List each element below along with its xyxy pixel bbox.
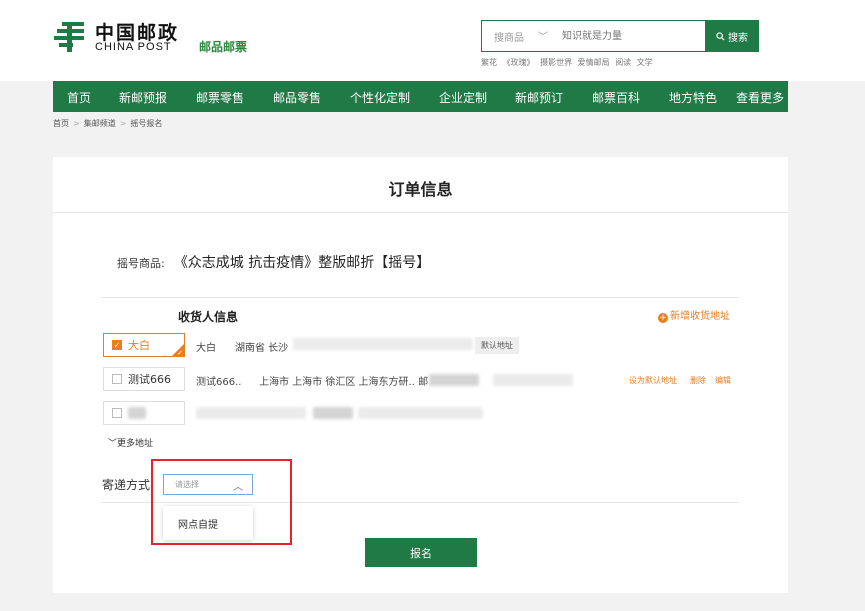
divider [101, 297, 739, 298]
china-post-logo[interactable]: 中国邮政 CHINA POST [53, 17, 183, 57]
hot-word-link[interactable]: 爱情邮局 [578, 58, 610, 67]
chevron-down-icon[interactable]: ﹀ [538, 28, 548, 43]
nav-item-home[interactable]: 首页 [67, 89, 91, 106]
product-name: 《众志成城 抗击疫情》整版邮折【摇号】 [173, 255, 431, 271]
product-label: 摇号商品: [117, 257, 165, 270]
top-header: 中国邮政 CHINA POST 邮品邮票 搜商品 ﹀ 搜索 繁花 《玫瑰》 摄影… [0, 0, 865, 81]
address-recipient: 测试666.. [196, 377, 242, 388]
checkbox-icon [112, 374, 122, 384]
hot-word-link[interactable]: 摄影世界 [540, 58, 572, 67]
search-button[interactable]: 搜索 [705, 20, 759, 52]
redacted-address [293, 338, 473, 350]
address-recipient: 大白 [196, 343, 216, 354]
breadcrumb-separator-icon: > [73, 119, 80, 128]
logo-english-text: CHINA POST [95, 41, 172, 53]
edit-address-link[interactable]: 编辑 [715, 375, 731, 386]
nav-item-more[interactable]: 查看更多 [736, 89, 784, 106]
address-option-label: 大白 [128, 339, 150, 352]
address-option-label: 测试666 [128, 373, 171, 386]
chevron-down-icon: ﹀ [108, 439, 118, 449]
redacted-address [313, 407, 353, 419]
receiver-section-title: 收货人信息 [178, 310, 239, 324]
search-input[interactable] [562, 27, 698, 45]
checkbox-checked-icon: ✓ [112, 340, 122, 350]
search-icon [716, 31, 725, 41]
page-title: 订单信息 [388, 180, 453, 199]
submit-signup-button[interactable]: 报名 [365, 538, 477, 567]
hot-word-link[interactable]: 繁花 [481, 58, 497, 67]
search-category-select[interactable]: 搜商品 [494, 29, 524, 44]
add-address-label: 新增收货地址 [670, 311, 730, 322]
breadcrumb-philately[interactable]: 集邮频道 [84, 119, 116, 128]
nav-item-enterprise[interactable]: 企业定制 [439, 89, 487, 106]
site-subtitle[interactable]: 邮品邮票 [199, 38, 247, 55]
highlight-annotation-box [151, 459, 292, 545]
divider [53, 212, 788, 213]
check-icon: ✓ [177, 349, 183, 357]
breadcrumb-separator-icon: > [119, 119, 127, 128]
more-addresses-label: 更多地址 [117, 439, 154, 449]
main-nav: 首页 新邮预报 邮票零售 邮品零售 个性化定制 企业定制 新邮预订 邮票百科 地… [53, 81, 788, 112]
add-address-button[interactable]: + 新增收货地址 [658, 307, 730, 323]
search-button-label: 搜索 [728, 32, 748, 44]
set-default-address-link[interactable]: 设为默认地址 [629, 375, 677, 386]
address-option-3[interactable] [103, 401, 185, 425]
nav-item-local-specialties[interactable]: 地方特色 [669, 89, 717, 106]
hot-word-link[interactable]: 文学 [637, 58, 653, 67]
hot-word-link[interactable]: 阅读 [615, 58, 631, 67]
checkbox-icon [112, 408, 122, 418]
search-box: 搜商品 ﹀ [481, 20, 705, 52]
product-row: 摇号商品: 《众志成城 抗击疫情》整版邮折【摇号】 [117, 252, 430, 272]
redacted-address [429, 374, 479, 386]
breadcrumb-current: 摇号报名 [130, 119, 163, 128]
redacted-name [128, 407, 146, 419]
nav-item-stamp-retail[interactable]: 邮票零售 [196, 89, 244, 106]
redacted-address [493, 374, 573, 386]
shipping-method-label: 寄递方式: [102, 478, 155, 492]
nav-item-philatelic-retail[interactable]: 邮品零售 [273, 89, 321, 106]
redacted-address [358, 407, 483, 419]
address-option-2[interactable]: 测试666 [103, 367, 185, 391]
default-address-tag: 默认地址 [475, 337, 519, 354]
china-post-emblem-icon [54, 22, 84, 52]
nav-item-new-stamp-preorder[interactable]: 新邮预订 [515, 89, 563, 106]
hot-words: 繁花 《玫瑰》 摄影世界 爱情邮局 阅读 文学 [481, 57, 656, 68]
plus-icon: + [658, 313, 668, 323]
nav-item-stamp-encyclopedia[interactable]: 邮票百科 [592, 89, 640, 106]
nav-item-new-stamp-forecast[interactable]: 新邮预报 [119, 89, 167, 106]
breadcrumb-home[interactable]: 首页 [53, 119, 69, 128]
address-detail: 湖南省 长沙 [235, 343, 289, 354]
hot-word-link[interactable]: 《玫瑰》 [503, 58, 535, 67]
breadcrumb: 首页 > 集邮频道 > 摇号报名 [53, 118, 162, 129]
address-detail: 上海市 上海市 徐汇区 上海东方研.. 邮 [259, 377, 429, 388]
delete-address-link[interactable]: 删除 [690, 375, 706, 386]
redacted-address [196, 407, 306, 419]
nav-item-personalized[interactable]: 个性化定制 [350, 89, 410, 106]
address-option-1[interactable]: ✓ 大白 ✓ [103, 333, 185, 357]
more-addresses-toggle[interactable]: ﹀更多地址 [108, 436, 153, 449]
